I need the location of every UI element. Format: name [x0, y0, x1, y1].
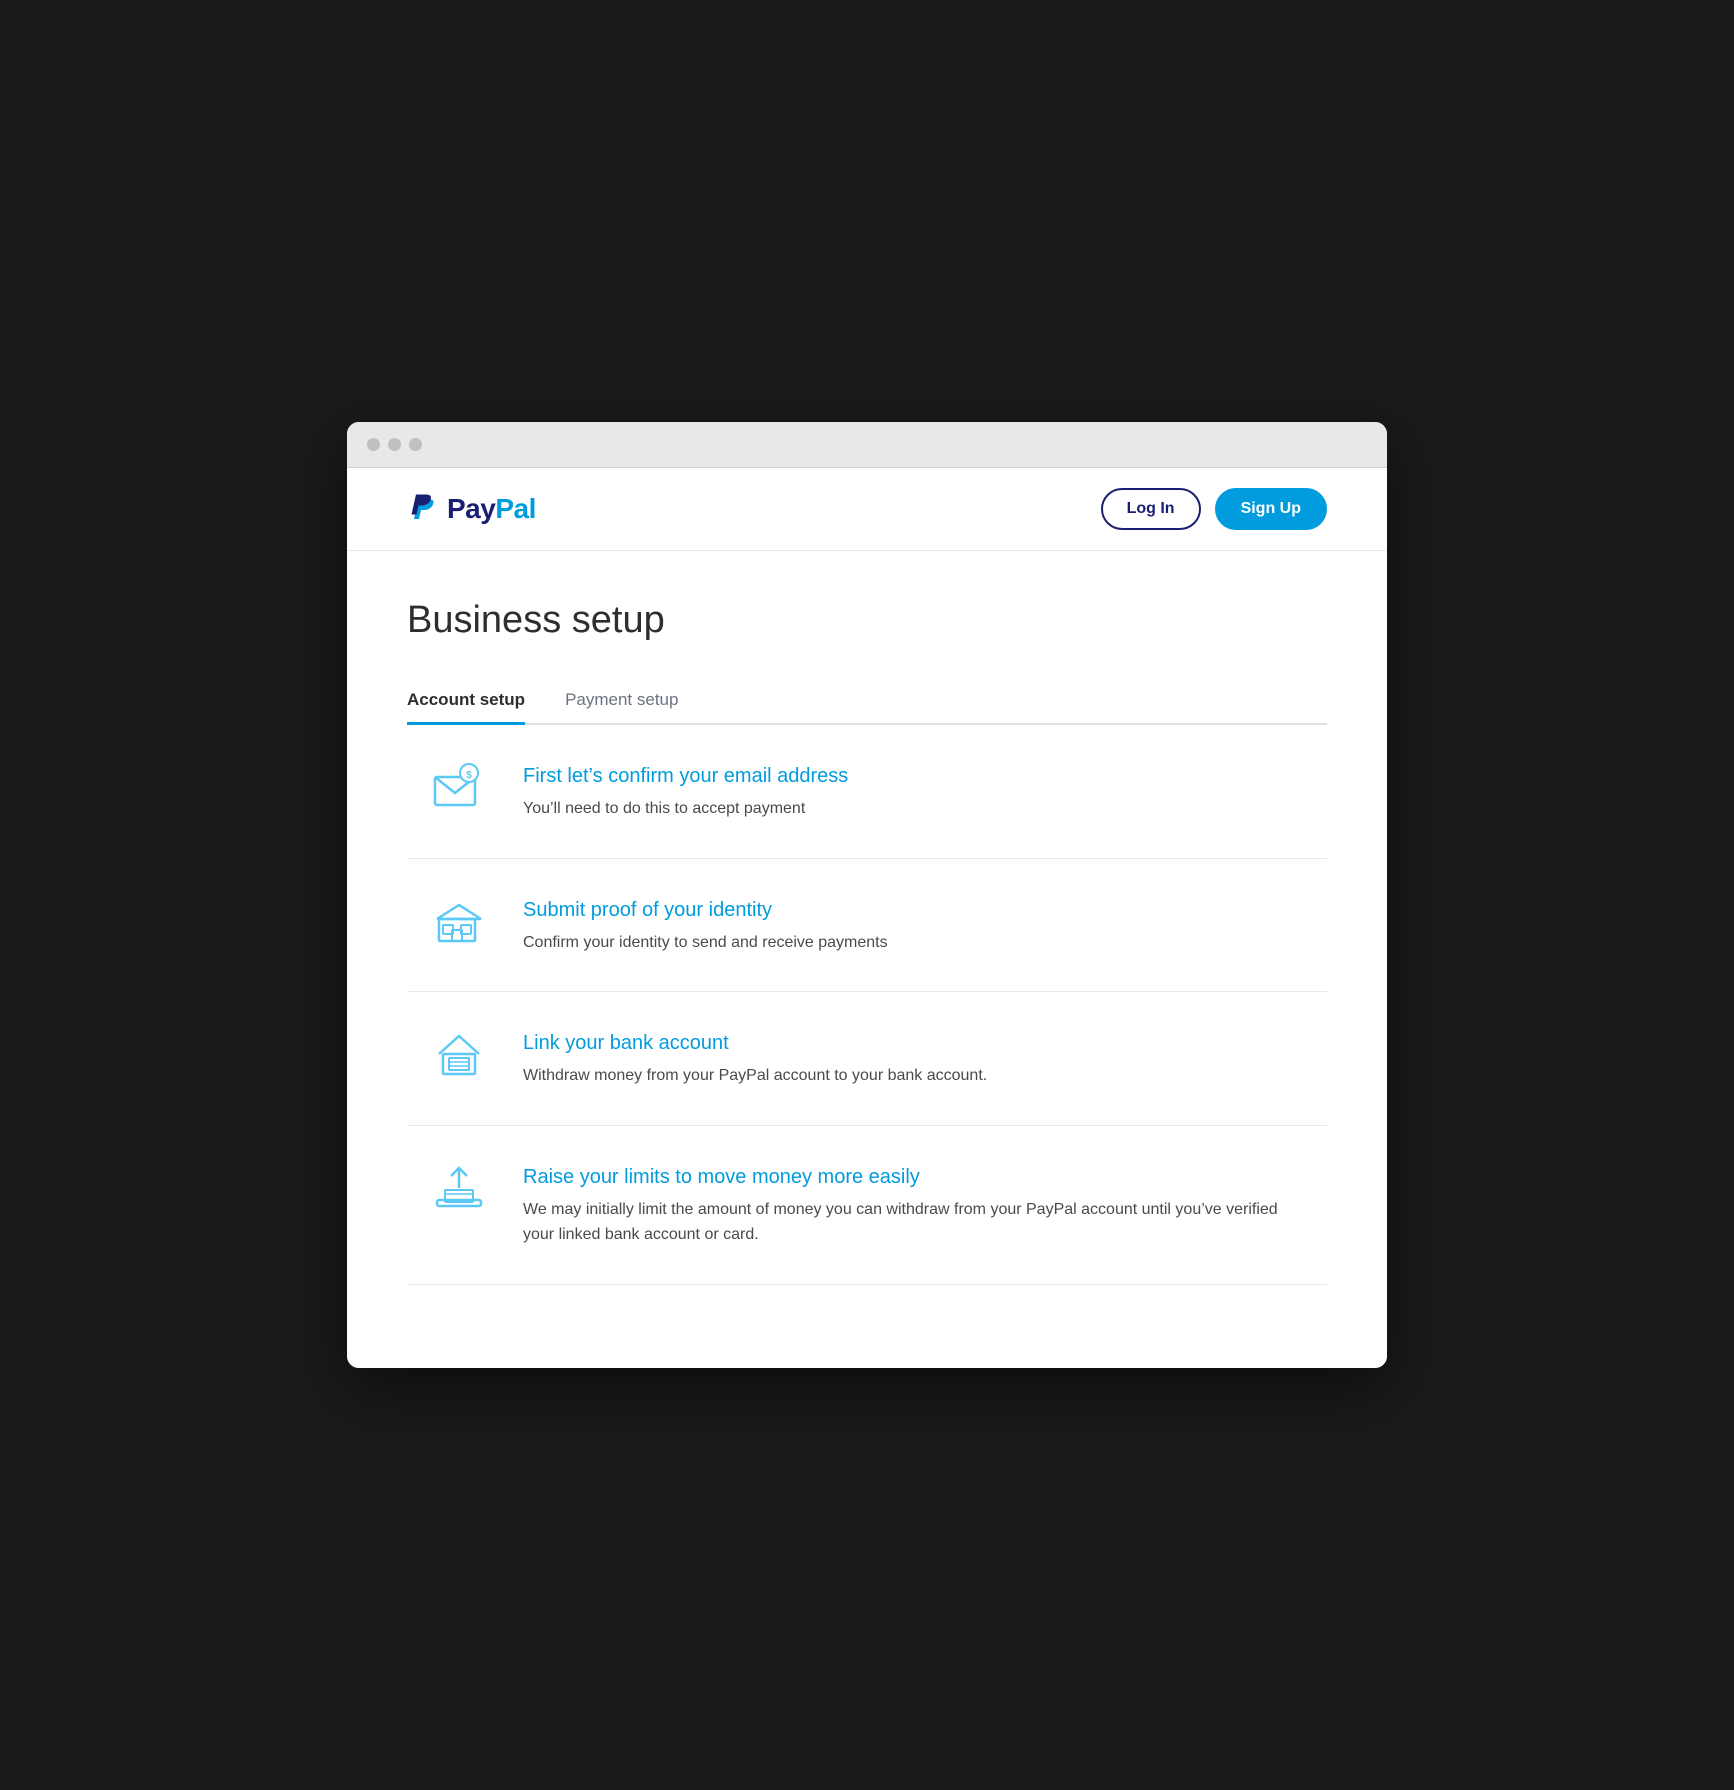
setup-desc-limits: We may initially limit the amount of mon…	[523, 1197, 1307, 1248]
setup-text-limits: Raise your limits to move money more eas…	[523, 1162, 1307, 1248]
browser-dot-yellow	[388, 438, 401, 451]
paypal-logo-icon	[407, 493, 439, 525]
setup-item-limits[interactable]: Raise your limits to move money more eas…	[407, 1126, 1327, 1285]
browser-content: PayPal Log In Sign Up Business setup Acc…	[347, 468, 1387, 1368]
logo: PayPal	[407, 493, 536, 525]
tab-account-setup[interactable]: Account setup	[407, 678, 525, 725]
bank-icon	[427, 1028, 491, 1084]
browser-dot-green	[409, 438, 422, 451]
setup-item-identity[interactable]: Submit proof of your identity Confirm yo…	[407, 859, 1327, 993]
header-actions: Log In Sign Up	[1101, 488, 1327, 530]
email-icon: $	[427, 761, 491, 817]
setup-text-email: First let’s confirm your email address Y…	[523, 761, 1307, 822]
page-title: Business setup	[407, 599, 1327, 642]
logo-pal: Pal	[495, 493, 536, 524]
setup-desc-email: You’ll need to do this to accept payment	[523, 796, 1307, 822]
login-button[interactable]: Log In	[1101, 488, 1201, 530]
browser-window: PayPal Log In Sign Up Business setup Acc…	[347, 422, 1387, 1368]
svg-text:$: $	[466, 770, 472, 781]
setup-title-identity: Submit proof of your identity	[523, 899, 1307, 922]
signup-button[interactable]: Sign Up	[1215, 488, 1327, 530]
setup-list: $ First let’s confirm your email address…	[407, 725, 1327, 1285]
browser-dot-red	[367, 438, 380, 451]
logo-text: PayPal	[447, 493, 536, 525]
main-content: Business setup Account setup Payment set…	[347, 551, 1387, 1333]
setup-title-bank: Link your bank account	[523, 1032, 1307, 1055]
store-icon	[427, 895, 491, 951]
setup-desc-bank: Withdraw money from your PayPal account …	[523, 1063, 1307, 1089]
browser-chrome	[347, 422, 1387, 468]
setup-title-email: First let’s confirm your email address	[523, 765, 1307, 788]
setup-item-email[interactable]: $ First let’s confirm your email address…	[407, 725, 1327, 859]
setup-title-limits: Raise your limits to move money more eas…	[523, 1166, 1307, 1189]
limits-icon	[427, 1162, 491, 1218]
header: PayPal Log In Sign Up	[347, 468, 1387, 551]
tab-payment-setup[interactable]: Payment setup	[565, 678, 678, 725]
logo-pay: Pay	[447, 493, 495, 524]
setup-text-identity: Submit proof of your identity Confirm yo…	[523, 895, 1307, 956]
tabs: Account setup Payment setup	[407, 678, 1327, 725]
setup-item-bank[interactable]: Link your bank account Withdraw money fr…	[407, 992, 1327, 1126]
setup-desc-identity: Confirm your identity to send and receiv…	[523, 930, 1307, 956]
setup-text-bank: Link your bank account Withdraw money fr…	[523, 1028, 1307, 1089]
